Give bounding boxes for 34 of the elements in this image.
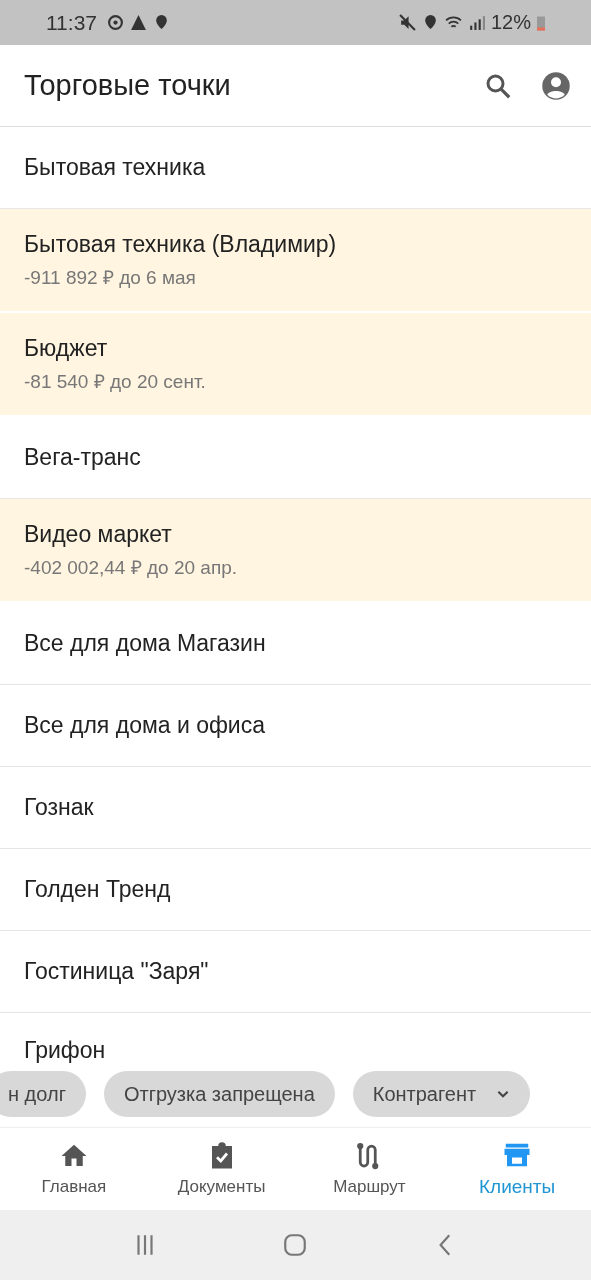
home-button-icon[interactable] [282, 1232, 309, 1258]
client-name: Все для дома и офиса [24, 712, 266, 739]
client-name: Вега-транс [24, 444, 142, 471]
signal-icon [467, 14, 485, 31]
client-name: Гостиница "Заря" [24, 958, 210, 985]
account-icon[interactable] [541, 70, 571, 101]
client-name: Грифон [24, 1037, 107, 1064]
client-name: Бытовая техника [24, 154, 207, 181]
client-name: Видео маркет [24, 520, 173, 548]
filter-chip[interactable]: н долг [0, 1071, 86, 1117]
location-icon [153, 14, 170, 31]
nav-tab[interactable]: Маршрут [295, 1128, 444, 1210]
client-item[interactable]: Бытовая техника (Владимир) -911 892 ₽ до 6 мая [0, 209, 591, 313]
battery-percent: 12% [490, 11, 531, 34]
nav-tab[interactable]: Главная [0, 1128, 148, 1210]
client-name: Гознак [24, 794, 95, 821]
debt-text: -81 540 ₽ до 20 сент. [24, 369, 207, 394]
client-name: Бытовая техника (Владимир) [24, 230, 338, 258]
client-item[interactable]: Видео маркет -402 002,44 ₽ до 20 апр. [0, 499, 591, 603]
client-name: Голден Тренд [24, 876, 172, 903]
debt-text: -402 002,44 ₽ до 20 апр. [24, 555, 239, 580]
filter-chip[interactable]: Отгрузка запрещена [103, 1071, 335, 1117]
battery-icon [537, 14, 545, 31]
client-item[interactable]: Бюджет -81 540 ₽ до 20 сент. [0, 313, 591, 417]
warning-icon [130, 14, 147, 31]
sync-icon [107, 14, 124, 31]
status-time: 11:37 [46, 10, 97, 35]
client-name: Все для дома Магазин [24, 630, 267, 657]
filter-chip[interactable]: Контрагент [352, 1071, 531, 1117]
client-name: Бюджет [24, 334, 109, 362]
mute-icon [398, 14, 416, 31]
debt-text: -911 892 ₽ до 6 мая [24, 265, 197, 290]
screen-title: Торговые точки [24, 69, 232, 102]
nav-tab[interactable]: Документы [147, 1128, 296, 1210]
